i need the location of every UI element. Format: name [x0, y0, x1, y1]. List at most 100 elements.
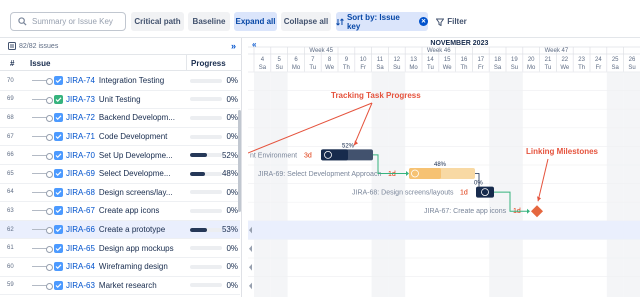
gantt-chart: «NOVEMBER 2023 4 Sa 5 Su 6 Mo 7 Tu 8 We 9 Th 10 Fr 11 Sa… — [248, 38, 640, 297]
expand-all-button[interactable]: Expand all — [234, 12, 277, 31]
task-bar-progress — [321, 149, 348, 161]
issue-summary[interactable]: JIRA-69 Select Developme... — [66, 169, 182, 178]
day-name: Mo — [292, 65, 301, 71]
col-progress[interactable]: Progress — [191, 59, 226, 68]
vertical-scrollbar[interactable] — [238, 110, 241, 212]
issue-count: 82/82 issues » — [0, 38, 242, 54]
table-row[interactable]: 59 JIRA-63 Market research 0% — [0, 277, 240, 296]
issue-summary[interactable]: JIRA-71 Code Development — [66, 132, 182, 141]
issue-title: Code Development — [98, 132, 168, 142]
issue-key[interactable]: JIRA-68 — [66, 188, 95, 197]
table-row[interactable]: 64 JIRA-68 Design screens/lay... 0% — [0, 184, 240, 203]
tree-connector-icon — [32, 171, 53, 179]
issue-key[interactable]: JIRA-74 — [66, 76, 95, 85]
day-number: 14 — [427, 57, 434, 63]
issue-summary[interactable]: JIRA-64 Wireframing design — [66, 262, 182, 271]
issue-key[interactable]: JIRA-66 — [66, 225, 95, 234]
issue-key[interactable]: JIRA-69 — [66, 169, 95, 178]
issue-key[interactable]: JIRA-65 — [66, 244, 95, 253]
task-bar-progress — [409, 168, 441, 179]
table-row[interactable]: 67 JIRA-71 Code Development 0% — [0, 128, 240, 147]
milestone-diamond[interactable] — [531, 205, 543, 218]
table-row[interactable]: 70 JIRA-74 Integration Testing 0% — [0, 72, 240, 91]
table-row[interactable]: 60 JIRA-64 Wireframing design 0% — [0, 258, 240, 277]
day-number: 25 — [612, 57, 619, 63]
sort-button[interactable]: Sort by: Issue key ✕ — [336, 12, 428, 31]
row-number: 67 — [7, 133, 14, 140]
row-expand-icon[interactable] — [249, 264, 252, 271]
selected-row-highlight — [248, 220, 640, 240]
col-issue[interactable]: Issue — [30, 59, 50, 68]
issue-count-value: 82/82 — [19, 42, 37, 50]
issue-key[interactable]: JIRA-72 — [66, 113, 95, 122]
issue-summary[interactable]: JIRA-68 Design screens/lay... — [66, 188, 182, 197]
collapse-all-button[interactable]: Collapse all — [281, 12, 331, 31]
issue-summary[interactable]: JIRA-74 Integration Testing — [66, 76, 182, 85]
issue-summary[interactable]: JIRA-63 Market research — [66, 281, 182, 290]
table-row[interactable]: 68 JIRA-72 Backend Developm... 0% — [0, 109, 240, 128]
issue-summary[interactable]: JIRA-65 Design app mockups — [66, 244, 182, 253]
col-number[interactable]: # — [10, 59, 14, 68]
filter-icon — [436, 18, 445, 26]
critical-path-button[interactable]: Critical path — [131, 12, 184, 31]
row-number: 61 — [7, 245, 14, 252]
weekend-column — [506, 72, 523, 297]
row-expand-icon[interactable] — [249, 282, 252, 290]
day-number: 15 — [444, 57, 451, 63]
day-number: 17 — [477, 57, 484, 63]
table-row[interactable]: 62 JIRA-66 Create a prototype 53% — [0, 220, 240, 240]
row-expand-icon[interactable] — [249, 245, 252, 252]
link-arrow-icon — [406, 171, 409, 176]
bar-duration: 1d — [460, 190, 468, 197]
issue-key[interactable]: JIRA-63 — [66, 281, 95, 290]
issue-summary[interactable]: JIRA-67 Create app icons — [66, 206, 182, 215]
annotation-tracking-progress: Tracking Task Progress — [331, 91, 421, 100]
search-input[interactable]: Summary or Issue Key — [10, 12, 126, 31]
filter-button[interactable]: Filter — [433, 12, 470, 31]
issue-summary[interactable]: JIRA-72 Backend Developm... — [66, 113, 182, 122]
tree-connector-icon — [32, 96, 53, 104]
tree-connector-icon — [32, 134, 53, 142]
task-type-icon — [54, 262, 63, 272]
baseline-button[interactable]: Baseline — [188, 12, 230, 31]
table-row[interactable]: 61 JIRA-65 Design app mockups 0% — [0, 239, 240, 258]
filter-label: Filter — [447, 17, 467, 26]
progress-percent: 0% — [226, 243, 238, 253]
table-row[interactable]: 69 JIRA-73 Unit Testing 0% — [0, 91, 240, 110]
link-arrow-icon — [527, 208, 530, 214]
progress-bar — [190, 171, 222, 176]
issue-key[interactable]: JIRA-64 — [66, 262, 95, 271]
weekend-column — [623, 72, 640, 297]
issue-summary[interactable]: JIRA-70 Set Up Developme... — [66, 151, 182, 160]
issue-title: Integration Testing — [98, 76, 165, 86]
scroll-left-icon[interactable]: « — [252, 40, 257, 49]
double-chevron-right-icon[interactable]: » — [231, 41, 236, 51]
issue-key[interactable]: JIRA-67 — [66, 206, 95, 215]
day-name: Th — [460, 65, 467, 71]
task-type-icon — [54, 132, 63, 142]
table-row[interactable]: 63 JIRA-67 Create app icons 0% — [0, 202, 240, 221]
story-type-icon — [54, 94, 63, 104]
issue-summary[interactable]: JIRA-73 Unit Testing — [66, 95, 182, 104]
row-number: 68 — [7, 114, 14, 121]
row-number: 70 — [7, 77, 14, 84]
weekend-column — [388, 72, 406, 297]
progress-percent: 0% — [226, 113, 238, 123]
issue-key[interactable]: JIRA-71 — [66, 132, 95, 141]
issue-summary[interactable]: JIRA-66 Create a prototype — [66, 225, 182, 234]
tree-connector-icon — [32, 227, 53, 235]
clear-sort-icon[interactable]: ✕ — [419, 17, 428, 26]
weekend-column — [606, 72, 624, 297]
progress-percent: 52% — [221, 150, 238, 160]
table-row[interactable]: 66 JIRA-70 Set Up Developme... 52% — [0, 146, 240, 165]
progress-percent: 0% — [226, 280, 238, 290]
progress-percent: 0% — [226, 262, 238, 272]
issue-key[interactable]: JIRA-70 — [66, 151, 95, 160]
issue-key[interactable]: JIRA-73 — [66, 95, 95, 104]
table-row[interactable]: 65 JIRA-69 Select Developme... 48% — [0, 165, 240, 184]
row-number: 62 — [7, 226, 14, 233]
day-name: Th — [343, 65, 350, 71]
toolbar: Summary or Issue Key Critical path Basel… — [0, 0, 640, 38]
progress-percent: 0% — [226, 132, 238, 142]
issue-title: Create app icons — [98, 206, 160, 216]
